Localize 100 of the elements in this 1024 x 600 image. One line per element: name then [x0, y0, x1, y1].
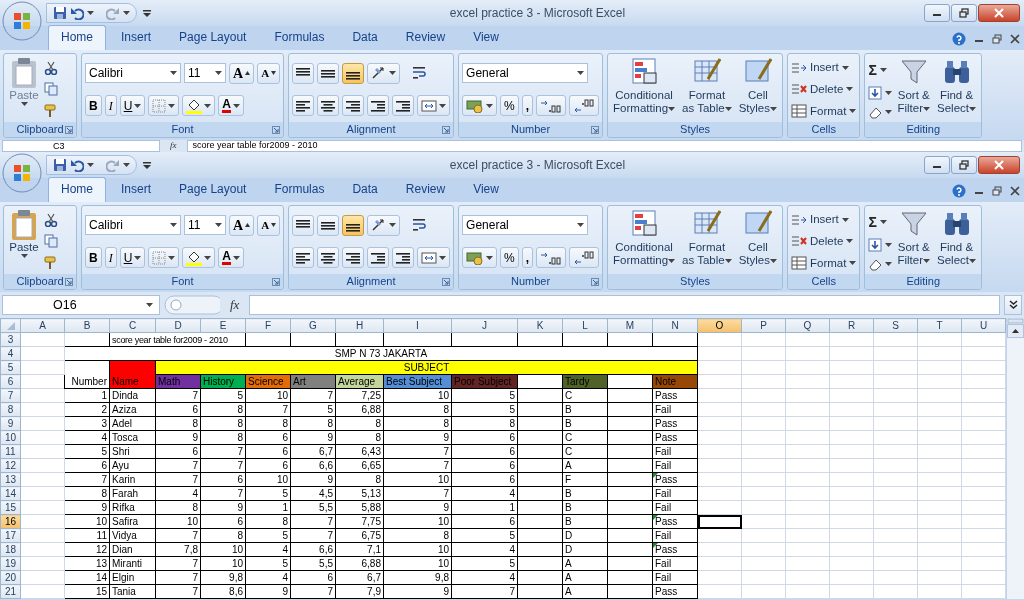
close-button[interactable] — [978, 4, 1020, 22]
paste-button[interactable]: Paste — [7, 209, 41, 274]
caret-icon[interactable] — [123, 163, 130, 167]
orientation-button[interactable] — [367, 62, 401, 84]
dialog-launcher-icon[interactable] — [442, 278, 451, 286]
increase-indent-button[interactable] — [392, 247, 415, 269]
conditional-formatting-button[interactable]: Conditional Formatting — [611, 57, 678, 122]
increase-indent-button[interactable] — [392, 95, 415, 117]
restore-button[interactable] — [951, 156, 977, 174]
font-name-dropdown[interactable]: Calibri — [85, 63, 181, 84]
align-right-button[interactable] — [342, 95, 365, 117]
customize-toolbar-icon[interactable] — [143, 161, 151, 170]
decrease-indent-button[interactable] — [367, 247, 390, 269]
caret-icon[interactable] — [215, 71, 222, 76]
column-header[interactable]: I — [383, 318, 452, 333]
copy-icon[interactable] — [44, 234, 58, 249]
caret-icon[interactable] — [134, 255, 142, 260]
find-select-button[interactable]: Find & Select — [935, 57, 978, 122]
clear-button[interactable] — [868, 105, 893, 120]
caret-icon[interactable] — [923, 106, 930, 111]
currency-button[interactable] — [462, 247, 498, 269]
autosum-button[interactable]: Σ — [868, 211, 893, 233]
fill-color-button[interactable] — [182, 95, 216, 117]
format-cells-button[interactable]: Format — [791, 102, 857, 120]
shrink-font-button[interactable]: A — [257, 62, 281, 84]
caret-icon[interactable] — [577, 223, 585, 228]
column-header[interactable]: E — [200, 318, 246, 333]
sort-filter-button[interactable]: Sort & Filter — [895, 57, 932, 122]
column-header[interactable]: C — [109, 318, 156, 333]
ribbon-tab[interactable]: Home — [48, 25, 106, 50]
column-header[interactable]: L — [562, 318, 608, 333]
caret-icon[interactable] — [170, 71, 177, 76]
ribbon-tab[interactable]: View — [460, 25, 512, 50]
currency-button[interactable] — [462, 95, 498, 117]
find-select-button[interactable]: Find & Select — [935, 209, 978, 274]
caret-icon[interactable] — [389, 71, 397, 76]
center-button[interactable] — [317, 247, 340, 269]
ribbon-tab[interactable]: Formulas — [261, 25, 338, 50]
caret-icon[interactable] — [846, 87, 854, 92]
restore-button[interactable] — [951, 4, 977, 22]
ribbon-tab[interactable]: Review — [392, 25, 459, 50]
caret-icon[interactable] — [134, 103, 142, 108]
caret-icon[interactable] — [841, 217, 849, 222]
office-button-icon[interactable] — [2, 1, 42, 41]
insert-cells-button[interactable]: Insert — [791, 59, 857, 77]
caret-icon[interactable] — [969, 258, 976, 263]
align-left-button[interactable] — [292, 247, 315, 269]
dialog-launcher-icon[interactable] — [591, 278, 600, 286]
decrease-indent-button[interactable] — [367, 95, 390, 117]
sort-filter-button[interactable]: Sort & Filter — [895, 209, 932, 274]
center-button[interactable] — [317, 95, 340, 117]
bold-button[interactable]: B — [85, 95, 102, 117]
caret-icon[interactable] — [87, 11, 94, 15]
column-header[interactable]: K — [517, 318, 563, 333]
caret-icon[interactable] — [170, 223, 177, 228]
font-name-dropdown[interactable]: Calibri — [85, 215, 181, 236]
merge-center-button[interactable] — [417, 95, 451, 117]
office-button-icon[interactable] — [2, 153, 42, 193]
caret-icon[interactable] — [668, 258, 676, 263]
align-bottom-button[interactable] — [342, 62, 365, 84]
ribbon-tab[interactable]: Page Layout — [166, 25, 260, 50]
caret-icon[interactable] — [770, 258, 778, 263]
column-header[interactable]: R — [829, 318, 874, 333]
merge-center-button[interactable] — [417, 247, 451, 269]
save-icon[interactable] — [53, 6, 67, 20]
column-header[interactable]: M — [607, 318, 653, 333]
cell-styles-button[interactable]: Cell Styles — [736, 57, 780, 122]
decrease-decimal-button[interactable] — [569, 247, 600, 269]
comma-button[interactable]: , — [521, 95, 534, 117]
caret-icon[interactable] — [389, 223, 397, 228]
caret-icon[interactable] — [233, 255, 240, 260]
font-size-dropdown[interactable]: 11 — [184, 215, 226, 236]
wrap-text-icon[interactable] — [412, 66, 429, 81]
close-icon[interactable] — [1010, 34, 1020, 44]
caret-icon[interactable] — [668, 106, 676, 111]
ribbon-tab[interactable]: Data — [339, 25, 391, 50]
caret-icon[interactable] — [770, 106, 778, 111]
caret-icon[interactable] — [849, 109, 857, 114]
name-box[interactable]: C3 — [2, 140, 160, 152]
caret-icon[interactable] — [168, 103, 176, 108]
caret-icon[interactable] — [486, 103, 494, 108]
increase-decimal-button[interactable] — [536, 95, 567, 117]
caret-icon[interactable] — [885, 91, 893, 95]
font-color-button[interactable]: A — [218, 95, 244, 117]
caret-icon[interactable] — [923, 258, 930, 263]
delete-cells-button[interactable]: Delete — [791, 80, 857, 99]
format-as-table-button[interactable]: Format as Table — [680, 57, 734, 122]
caret-icon[interactable] — [233, 103, 240, 108]
underline-button[interactable]: U — [119, 95, 146, 117]
restore-icon[interactable] — [992, 34, 1002, 44]
insert-cells-button[interactable]: Insert — [791, 211, 857, 229]
help-icon[interactable] — [952, 184, 966, 198]
caret-icon[interactable] — [486, 255, 494, 260]
format-painter-icon[interactable] — [44, 256, 58, 271]
percent-button[interactable]: % — [500, 95, 519, 117]
align-top-button[interactable] — [292, 62, 315, 84]
comma-button[interactable]: , — [521, 247, 534, 269]
caret-icon[interactable] — [577, 71, 585, 76]
minimize-button[interactable] — [924, 4, 950, 22]
insert-function-button[interactable]: fx — [164, 140, 183, 152]
